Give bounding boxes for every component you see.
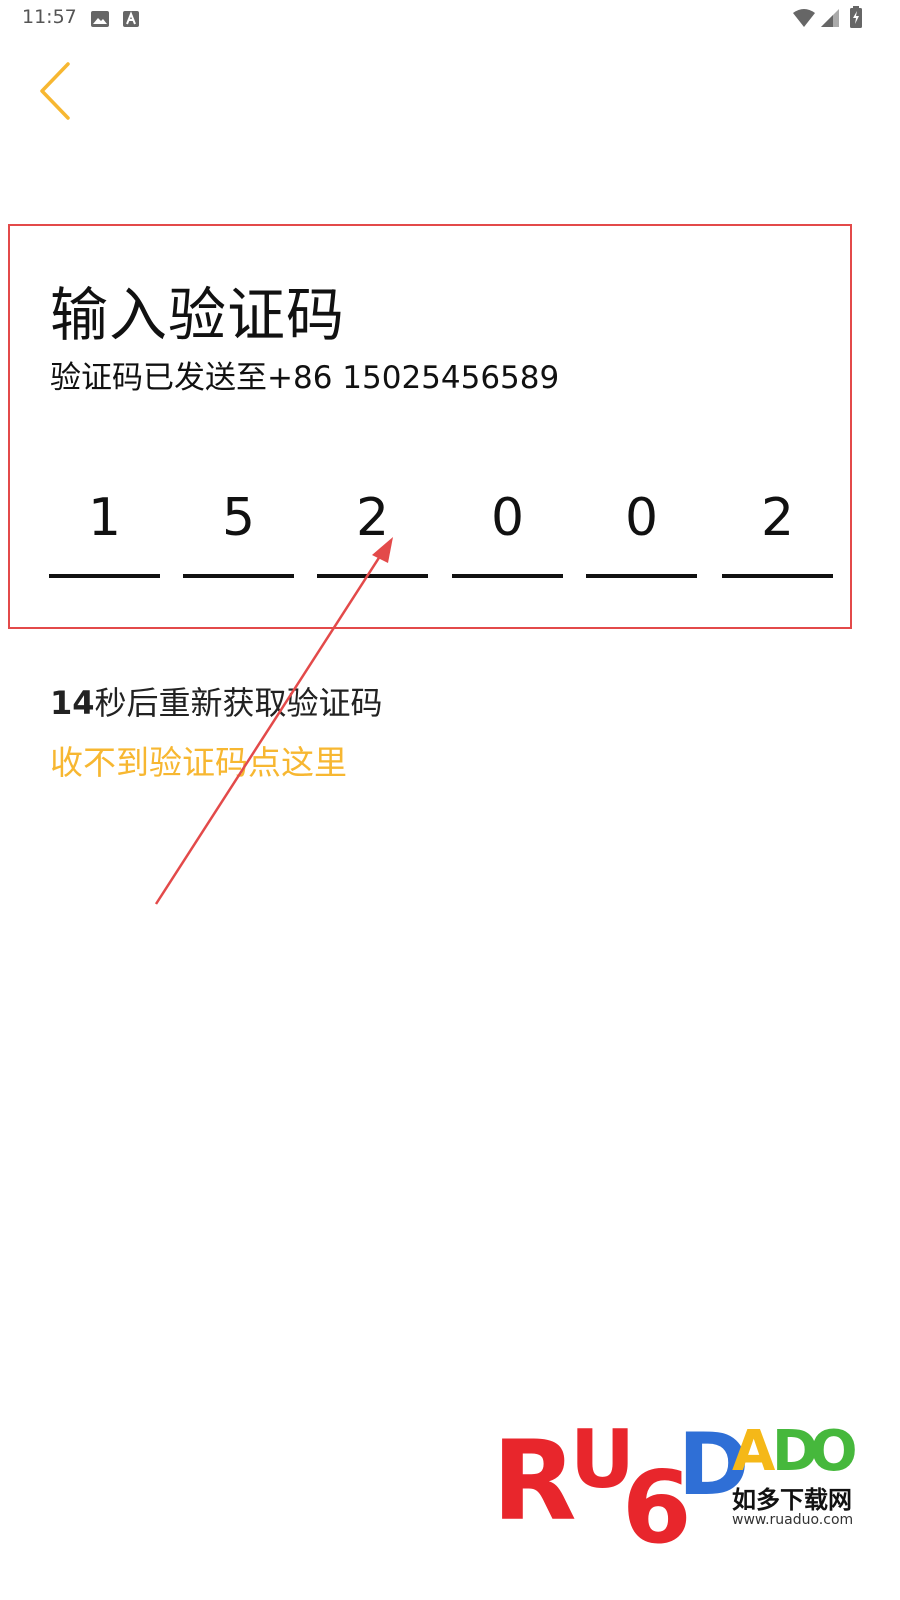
image-icon [90,10,110,32]
watermark-letter: A [732,1419,776,1484]
code-digit: 0 [624,488,659,548]
code-digit-box[interactable]: 1 [49,482,160,578]
countdown-label: 秒后重新获取验证码 [94,684,383,722]
watermark-url: www.ruaduo.com [732,1512,854,1528]
cellular-icon [820,8,840,32]
sent-to-phone-text: 验证码已发送至+86 15025456589 [50,360,560,396]
not-received-help-link[interactable]: 收不到验证码点这里 [50,736,347,784]
code-digit-box[interactable]: 0 [586,482,697,578]
chevron-left-icon [40,62,70,120]
watermark-letter: R [492,1417,577,1545]
resend-countdown: 14秒后重新获取验证码 [50,678,383,724]
page-title: 输入验证码 [50,281,346,349]
code-digit-box[interactable]: 5 [183,482,294,578]
code-digit-box[interactable]: 0 [452,482,563,578]
code-digit-box[interactable]: 2 [317,482,428,578]
watermark-letter: O [810,1419,858,1484]
code-digit: 1 [87,488,122,548]
status-time: 11:57 [22,6,77,28]
code-digit: 5 [221,488,256,548]
status-bar: 11:57 [0,0,900,40]
countdown-seconds: 14 [50,684,95,722]
back-button[interactable] [30,58,80,124]
watermark-brand-name: 如多下载网 [732,1486,852,1514]
battery-charging-icon [850,6,862,32]
code-digit: 2 [355,488,390,548]
code-underline [317,574,428,578]
code-underline [452,574,563,578]
code-underline [183,574,294,578]
code-underline [586,574,697,578]
verification-code-input[interactable]: 1 5 2 0 0 2 [49,482,833,582]
code-underline [722,574,833,578]
code-digit: 0 [490,488,525,548]
code-digit-box[interactable]: 2 [722,482,833,578]
code-underline [49,574,160,578]
wifi-icon [792,8,816,32]
text-notification-icon [122,10,140,32]
watermark-logo: R U 6 D A D O 如多下载网 www.ruaduo.com [492,1418,862,1568]
code-digit: 2 [760,488,795,548]
